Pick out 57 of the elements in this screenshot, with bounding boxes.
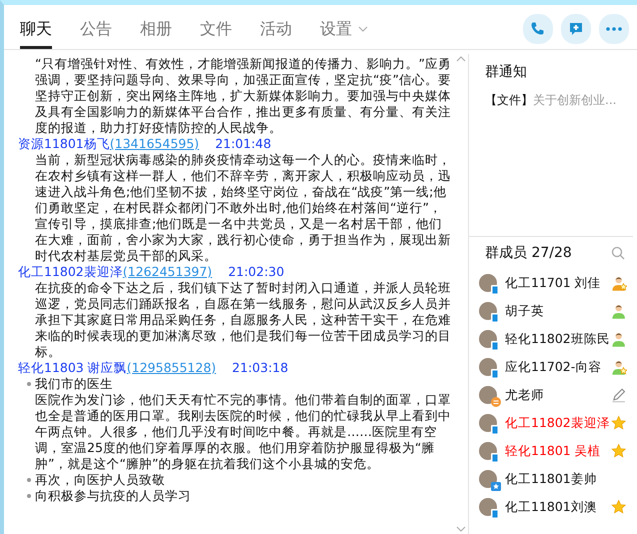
member-name[interactable]: 尤老师 [505, 386, 611, 404]
message-text: 当前，新型冠状病毒感染的肺炎疫情牵动这每一个人的心。疫情来临时，在农村乡镇有这样一群人，他们不辞辛劳，离开家人，积极响应动员，迅速进入战斗角色;他们坚韧不拔，始终坚守岗位，奋战在“战疫”第一线;他们勇敢坚定，在村民群众都闭门不敢外出时,他们始终在村落间“逆行”，宣传引导，摸底排查;他们既是一名中共党员，又是一名村居干部，他们在大难，面前，舍小家为大家，践行初心使命，勇于担当作为，展现出新时代农村基层党员干部的风采。 [34, 152, 452, 264]
owner-star-icon [610, 274, 627, 292]
sender-name: 化工11802裴迎泽 [18, 264, 123, 279]
bullet-icon [27, 478, 31, 482]
member-icon [610, 302, 627, 320]
message-time: 21:01:48 [215, 136, 272, 151]
scroll-up-icon[interactable] [456, 56, 466, 62]
add-message-button[interactable] [561, 14, 591, 44]
tab[interactable]: 聊天 [20, 18, 52, 49]
message-text: 医院作为发门诊，他们天天有忙不完的事情。他们带着自制的面罩，口罩也全是普通的医用口罩。我刚去医院的时候，他们的忙碌我从早上看到中午两点钟。人很多，他们几乎没有时间吃中餐。再就是……医院里有空调，室温25度的他们穿着厚厚的衣服。他们用穿着防护服显得极为“臃肿”，就是这个“臃肿”的身躯在抗着我们这个小县城的安危。 [34, 392, 452, 472]
call-button[interactable] [523, 14, 553, 44]
member-name[interactable]: 化工11801刘澳 [505, 498, 611, 516]
member-icon [610, 330, 627, 348]
member-name[interactable]: 化工11701 刘佳 [505, 274, 611, 292]
chat-plus-icon [568, 21, 584, 37]
qq-number-link[interactable]: (1341654595) [110, 136, 200, 151]
tab[interactable]: 相册 [140, 18, 172, 49]
more-icon [606, 27, 622, 31]
tab[interactable]: 公告 [80, 18, 112, 49]
star-badge-icon [491, 481, 501, 491]
file-tag: 【文件】 [485, 93, 533, 107]
scroll-down-icon[interactable] [456, 526, 466, 532]
message-time: 21:03:18 [232, 360, 288, 375]
message-text: 再次，向医护人员致敬 [35, 472, 165, 487]
busy-badge-icon [491, 397, 501, 407]
message-text: “只有增强针对性、有效性，才能增强新闻报道的传播力、影响力。”应勇强调，要坚持问题导向、效果导向，加强正面宣传，坚定抗“疫”信心。要坚持守正创新，突出网络主阵地，扩大新媒体影响力。要加强与中央媒体及具有全国影响力的新媒体平台合作，推出更多有质量、有分量、有关注度的报道，助力打好疫情防控的人民战争。 [34, 56, 452, 136]
member-name[interactable]: 轻化11801 吴植 [505, 442, 611, 460]
member-name[interactable]: 应化11702-向容 [505, 358, 611, 376]
members-title: 群成员 27/28 [485, 244, 572, 262]
search-icon[interactable] [611, 246, 625, 260]
phone-icon [530, 21, 546, 37]
message-time: 21:02:30 [228, 264, 284, 279]
tab[interactable]: 活动 [260, 18, 292, 49]
qq-number-link[interactable]: (1262451397) [122, 264, 212, 279]
star-icon [610, 414, 627, 432]
tab[interactable]: 设置 [320, 18, 368, 49]
qq-number-link[interactable]: (1295855128) [126, 360, 216, 375]
member-name[interactable]: 化工11802裴迎泽 [505, 414, 611, 432]
star-icon [610, 498, 627, 516]
sender-name: 轻化11803 谢应飘 [18, 360, 127, 375]
message-text: 我们市的医生 [35, 376, 113, 391]
star-icon [610, 442, 627, 460]
tab[interactable]: 文件 [200, 18, 232, 49]
more-button[interactable] [599, 14, 629, 44]
bullet-icon [27, 382, 31, 386]
notice-text[interactable]: 关于创新创业... [533, 93, 616, 107]
member-name[interactable]: 胡子英 [505, 302, 611, 320]
notice-title: 群通知 [485, 63, 528, 82]
pencil-icon [610, 386, 627, 404]
admin-star-icon [610, 358, 627, 376]
member-name[interactable]: 轻化11802班陈民 [505, 330, 611, 348]
sender-name: 资源11801杨飞 [18, 136, 110, 151]
message-text: 在抗疫的命令下达之后，我们镇下达了暂时封闭入口通道，并派人员轮班巡逻，党员同志们踊跃报名，自愿在第一线服务，慰问从武汉反乡人员并承担下其家庭日常用品采购任务，自愿服务人民，这种苦干实干，在危难来临的时候表现的更加淋漓尽致，他们是我们每一位苦干团成员学习的目标。 [34, 280, 452, 360]
member-name[interactable]: 化工11801姜帅 [505, 470, 615, 488]
message-text: 向积极参与抗疫的人员学习 [35, 488, 191, 503]
bullet-icon [27, 494, 31, 498]
